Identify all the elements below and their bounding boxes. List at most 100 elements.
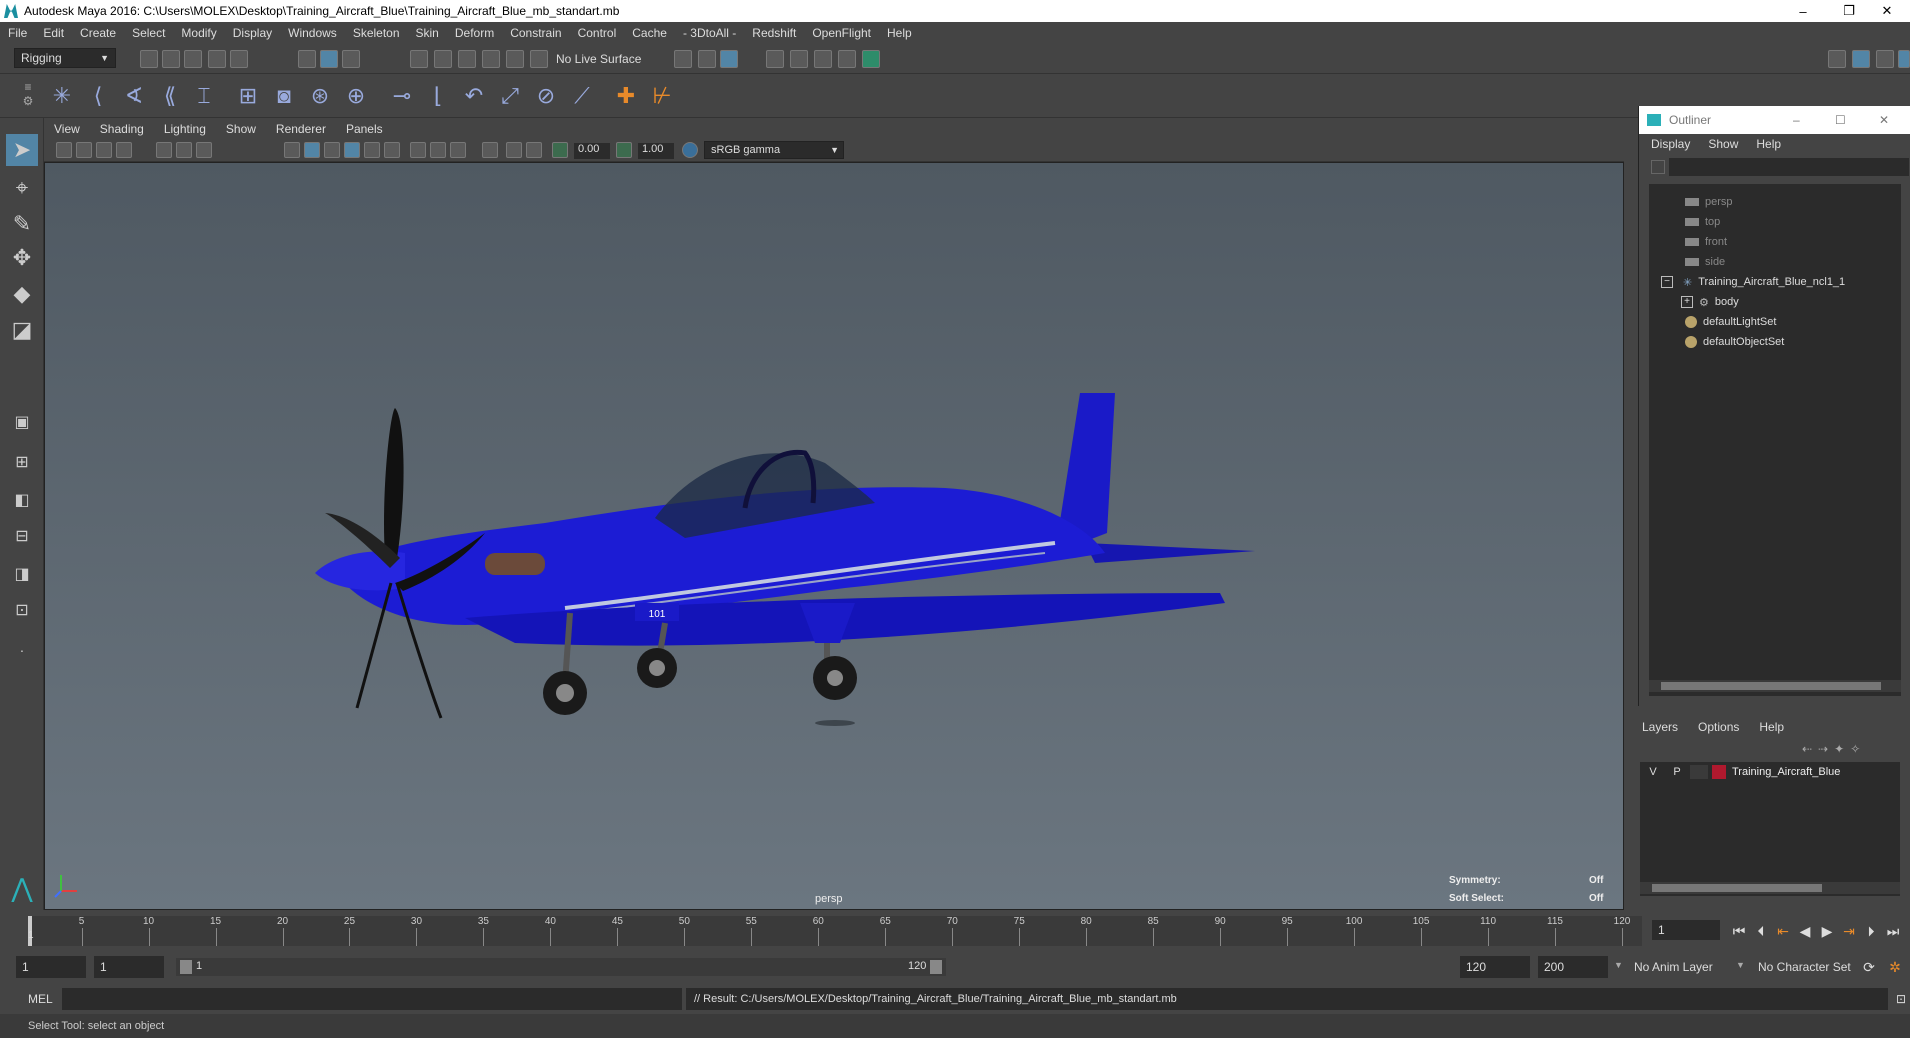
insert-joint-icon[interactable]: ⟪: [154, 80, 186, 112]
command-input[interactable]: [62, 988, 682, 1010]
more-layouts-icon[interactable]: ·: [6, 634, 38, 666]
menu-3dtoall[interactable]: - 3DtoAll -: [683, 26, 736, 40]
time-slider-track[interactable]: 1 5 10 15 20 25 30 35 40 45 50 55 60 65 70 75 80 85 90 95 1…: [28, 916, 1642, 946]
tool-settings-icon[interactable]: [1876, 50, 1894, 68]
outliner-item-default-object-set[interactable]: defaultObjectSet: [1685, 332, 1784, 352]
animation-preferences-icon[interactable]: ✲: [1886, 958, 1904, 976]
expand-icon[interactable]: +: [1681, 296, 1693, 308]
outliner-item-default-light-set[interactable]: defaultLightSet: [1685, 312, 1776, 332]
outliner-horizontal-scrollbar[interactable]: [1649, 680, 1901, 692]
render-layout-icon[interactable]: ⊡: [6, 594, 38, 626]
render-view-icon[interactable]: [766, 50, 784, 68]
menu-select[interactable]: Select: [132, 26, 165, 40]
graph-layout-icon[interactable]: ⊟: [6, 520, 38, 552]
chevron-down-icon[interactable]: ▼: [1736, 960, 1745, 970]
layer-horizontal-scrollbar[interactable]: [1640, 882, 1900, 894]
new-layer-selected-icon[interactable]: ✧: [1850, 742, 1860, 756]
playback-end-field[interactable]: 120: [1460, 956, 1530, 978]
smooth-shade-icon[interactable]: [304, 142, 320, 158]
animation-end-field[interactable]: 200: [1538, 956, 1608, 978]
layer-color-swatch[interactable]: [1712, 765, 1726, 779]
character-set-dropdown[interactable]: No Character Set: [1752, 956, 1870, 978]
move-tool-icon[interactable]: ✥: [6, 242, 38, 274]
modeling-toolkit-icon[interactable]: [1828, 50, 1846, 68]
make-live-icon[interactable]: [530, 50, 548, 68]
render-settings-icon[interactable]: [838, 50, 856, 68]
xray-icon[interactable]: [506, 142, 522, 158]
hik-icon[interactable]: ⊬: [646, 80, 678, 112]
pole-vector-icon[interactable]: ⟋: [566, 80, 598, 112]
menu-file[interactable]: File: [8, 26, 27, 40]
aim-constraint-icon[interactable]: ⌊: [422, 80, 454, 112]
menu-create[interactable]: Create: [80, 26, 116, 40]
range-slider-bar[interactable]: 1 120: [176, 958, 946, 976]
move-layer-up-icon[interactable]: ⇠: [1802, 742, 1812, 756]
viewport-menu-show[interactable]: Show: [226, 122, 256, 136]
chevron-down-icon[interactable]: ▼: [1614, 960, 1623, 970]
viewport-menu-lighting[interactable]: Lighting: [164, 122, 206, 136]
outliner-search-input[interactable]: [1669, 158, 1909, 176]
outliner-menu-display[interactable]: Display: [1651, 137, 1690, 151]
menuset-dropdown[interactable]: Rigging ▼: [14, 48, 116, 68]
exposure-value[interactable]: 0.00: [574, 143, 610, 159]
playback-start-field[interactable]: 1: [94, 956, 164, 978]
select-hierarchy-icon[interactable]: [298, 50, 316, 68]
menu-windows[interactable]: Windows: [288, 26, 337, 40]
color-management-icon[interactable]: [682, 142, 698, 158]
open-scene-icon[interactable]: [162, 50, 180, 68]
wireframe-on-shaded-icon[interactable]: [324, 142, 340, 158]
outliner-menu-help[interactable]: Help: [1756, 137, 1781, 151]
layer-menu-help[interactable]: Help: [1759, 720, 1784, 734]
rotate-tool-icon[interactable]: ◆: [6, 278, 38, 310]
gamma-icon[interactable]: [616, 142, 632, 158]
shelf-tabs-icon[interactable]: ≡ ⚙: [20, 80, 36, 112]
lights-icon[interactable]: [364, 142, 380, 158]
paint-weights-icon[interactable]: ◙: [268, 80, 300, 112]
layer-menu-layers[interactable]: Layers: [1642, 720, 1678, 734]
camera-select-icon[interactable]: [56, 142, 72, 158]
snap-grid-icon[interactable]: [410, 50, 428, 68]
motion-blur-icon[interactable]: [430, 142, 446, 158]
menu-display[interactable]: Display: [233, 26, 272, 40]
orient-constraint-icon[interactable]: ↶: [458, 80, 490, 112]
outliner-item-top[interactable]: top: [1685, 212, 1720, 232]
menu-cache[interactable]: Cache: [632, 26, 667, 40]
range-start-handle[interactable]: [180, 960, 192, 974]
step-back-key-icon[interactable]: ⇤: [1774, 922, 1792, 940]
menu-constrain[interactable]: Constrain: [510, 26, 561, 40]
outliner-item-side[interactable]: side: [1685, 252, 1725, 272]
channel-box-icon[interactable]: [1898, 50, 1910, 68]
maya-home-icon[interactable]: ⋀: [6, 872, 38, 904]
single-pane-layout-icon[interactable]: ▣: [6, 406, 38, 438]
anim-layer-dropdown[interactable]: No Anim Layer: [1628, 956, 1744, 978]
menu-deform[interactable]: Deform: [455, 26, 494, 40]
script-editor-icon[interactable]: ⊡: [1892, 990, 1910, 1008]
anti-aliasing-icon[interactable]: [450, 142, 466, 158]
menu-openflight[interactable]: OpenFlight: [812, 26, 871, 40]
input-ops-icon[interactable]: [674, 50, 692, 68]
auto-key-icon[interactable]: ⟳: [1860, 958, 1878, 976]
menu-redshift[interactable]: Redshift: [752, 26, 796, 40]
wireframe-icon[interactable]: [284, 142, 300, 158]
resolution-gate-icon[interactable]: [196, 142, 212, 158]
filter-icon[interactable]: [1651, 160, 1665, 174]
grid-toggle-icon[interactable]: [156, 142, 172, 158]
outliner-item-persp[interactable]: persp: [1685, 192, 1733, 212]
mirror-joint-icon[interactable]: ⌶: [188, 80, 220, 112]
image-plane-icon[interactable]: [116, 142, 132, 158]
point-constraint-icon[interactable]: ⊸: [386, 80, 418, 112]
select-component-icon[interactable]: [342, 50, 360, 68]
camera-lock-icon[interactable]: [76, 142, 92, 158]
current-frame-field[interactable]: 1: [1652, 920, 1720, 940]
script-language-toggle[interactable]: MEL: [28, 992, 53, 1006]
animation-start-field[interactable]: 1: [16, 956, 86, 978]
lattice-icon[interactable]: ⊛: [304, 80, 336, 112]
ik-handle-icon[interactable]: ⟨: [82, 80, 114, 112]
four-pane-layout-icon[interactable]: ⊞: [6, 446, 38, 478]
paint-select-icon[interactable]: ✎: [6, 208, 38, 240]
parent-constraint-icon[interactable]: ⊘: [530, 80, 562, 112]
joint-tool-icon[interactable]: ✳: [46, 80, 78, 112]
hypershade-layout-icon[interactable]: ◨: [6, 558, 38, 590]
exposure-icon[interactable]: [552, 142, 568, 158]
ambient-occlusion-icon[interactable]: [410, 142, 426, 158]
